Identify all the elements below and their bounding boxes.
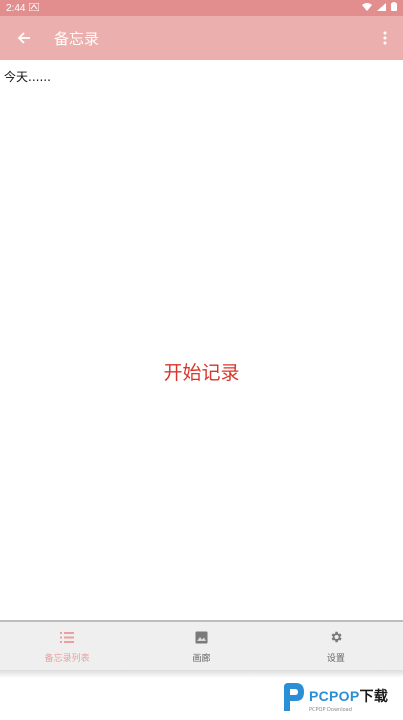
start-record-button[interactable]: 开始记录 bbox=[0, 358, 403, 385]
more-options-button[interactable] bbox=[373, 16, 397, 60]
nav-item-label: 设置 bbox=[326, 654, 345, 664]
nav-item-settings[interactable]: 设置 bbox=[269, 622, 403, 670]
watermark-brand-a: PCPOP bbox=[309, 687, 360, 704]
list-icon bbox=[60, 628, 75, 646]
memo-content: 今天...... 开始记录 bbox=[0, 60, 403, 620]
watermark-brand: PCPOP下载 bbox=[309, 686, 388, 706]
signal-indicator-icon bbox=[28, 2, 40, 14]
more-vertical-icon bbox=[383, 31, 387, 45]
nav-item-label: 备忘录列表 bbox=[44, 654, 90, 664]
nav-item-memo-list[interactable]: 备忘录列表 bbox=[0, 622, 134, 670]
pcpop-logo-icon bbox=[278, 681, 306, 717]
wifi-icon bbox=[362, 2, 372, 14]
nav-item-gallery[interactable]: 画廊 bbox=[134, 622, 268, 670]
cell-signal-icon bbox=[377, 2, 386, 14]
gear-icon bbox=[329, 628, 343, 646]
nav-shadow bbox=[0, 670, 403, 678]
watermark: PCPOP下载 PCPOP Download bbox=[278, 681, 388, 717]
app-bar: 备忘录 bbox=[0, 16, 403, 60]
nav-item-label: 画廊 bbox=[192, 654, 211, 664]
back-button[interactable] bbox=[2, 16, 46, 60]
memo-text: 今天...... bbox=[4, 70, 51, 84]
page-title: 备忘录 bbox=[54, 29, 100, 48]
battery-icon bbox=[391, 2, 397, 14]
status-time: 2:44 bbox=[6, 2, 26, 14]
arrow-left-icon bbox=[17, 32, 30, 44]
watermark-text: PCPOP下载 PCPOP Download bbox=[309, 686, 388, 713]
watermark-sub: PCPOP Download bbox=[309, 706, 352, 713]
status-bar: 2:44 bbox=[0, 0, 403, 16]
image-icon bbox=[195, 628, 208, 646]
bottom-nav: 备忘录列表 画廊 设置 bbox=[0, 622, 403, 670]
watermark-brand-b: 下载 bbox=[359, 687, 389, 704]
status-icons bbox=[362, 2, 397, 14]
